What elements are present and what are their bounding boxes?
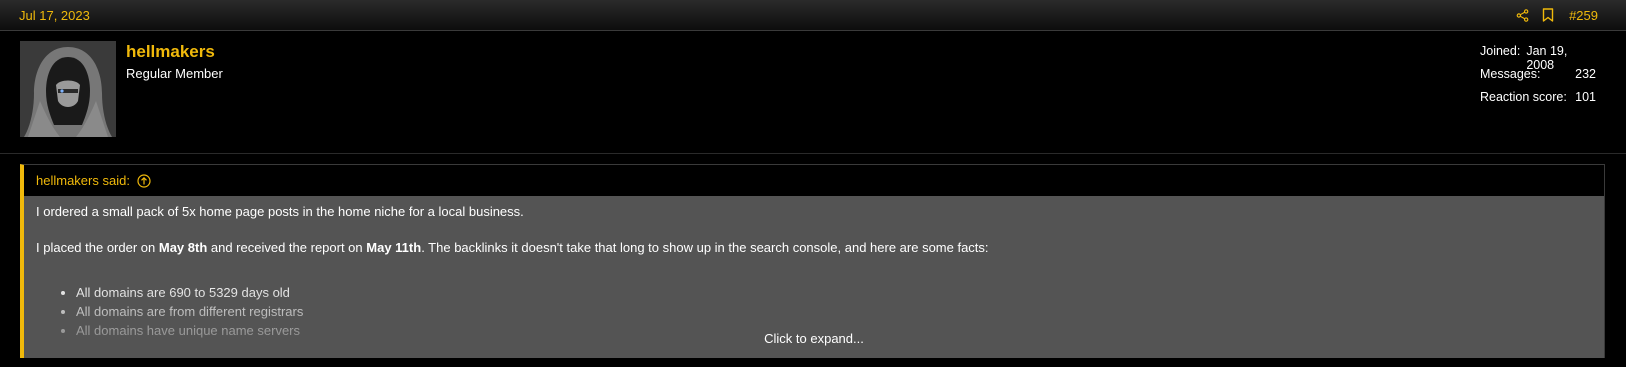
stat-messages: Messages: 232 (1480, 67, 1596, 90)
user-title: Regular Member (126, 66, 223, 81)
expand-quote-link[interactable]: Click to expand... (24, 331, 1604, 346)
p2-bold-order-date: May 8th (158, 240, 208, 255)
reaction-score-label: Reaction score: (1480, 90, 1567, 104)
list-item: All domains are 690 to 5329 days old (76, 283, 1592, 302)
quote-author-said[interactable]: hellmakers said: (36, 173, 130, 188)
username-link[interactable]: hellmakers (126, 42, 215, 62)
stat-reaction-score: Reaction score: 101 (1480, 90, 1596, 113)
post-number-link[interactable]: #259 (1569, 8, 1598, 23)
joined-label: Joined: (1480, 44, 1521, 58)
p2-text-2: and received the report on (207, 240, 367, 255)
avatar[interactable] (20, 41, 116, 137)
reaction-score-value: 101 (1575, 90, 1596, 104)
p2-text-1: I placed the order on (36, 240, 159, 255)
quote-paragraph-2: I placed the order on May 8th and receiv… (36, 240, 1592, 256)
user-block: hellmakers Regular Member Joined: Jan 19… (0, 31, 1626, 154)
list-item: All domains are from different registrar… (76, 302, 1592, 321)
messages-label: Messages: (1480, 67, 1541, 81)
post-header: Jul 17, 2023 #259 (0, 0, 1626, 31)
quote-paragraph-1: I ordered a small pack of 5x home page p… (36, 204, 524, 219)
post-date[interactable]: Jul 17, 2023 (19, 8, 90, 23)
post-actions: #259 (1509, 6, 1598, 24)
p2-text-3: . The backlinks it doesn't take that lon… (421, 240, 989, 255)
share-icon[interactable] (1509, 6, 1535, 24)
quote-body: I ordered a small pack of 5x home page p… (24, 196, 1604, 340)
stat-joined: Joined: Jan 19, 2008 (1480, 44, 1596, 72)
quote-block: hellmakers said: I ordered a small pack … (20, 164, 1605, 358)
user-stats: Joined: Jan 19, 2008 Messages: 232 React… (1480, 44, 1596, 113)
joined-value: Jan 19, 2008 (1526, 44, 1568, 72)
arrow-up-circle-icon[interactable] (137, 173, 151, 188)
messages-value[interactable]: 232 (1575, 67, 1596, 90)
bookmark-icon[interactable] (1535, 6, 1561, 24)
quote-title: hellmakers said: (24, 165, 1604, 196)
p2-bold-report-date: May 11th (366, 240, 422, 255)
